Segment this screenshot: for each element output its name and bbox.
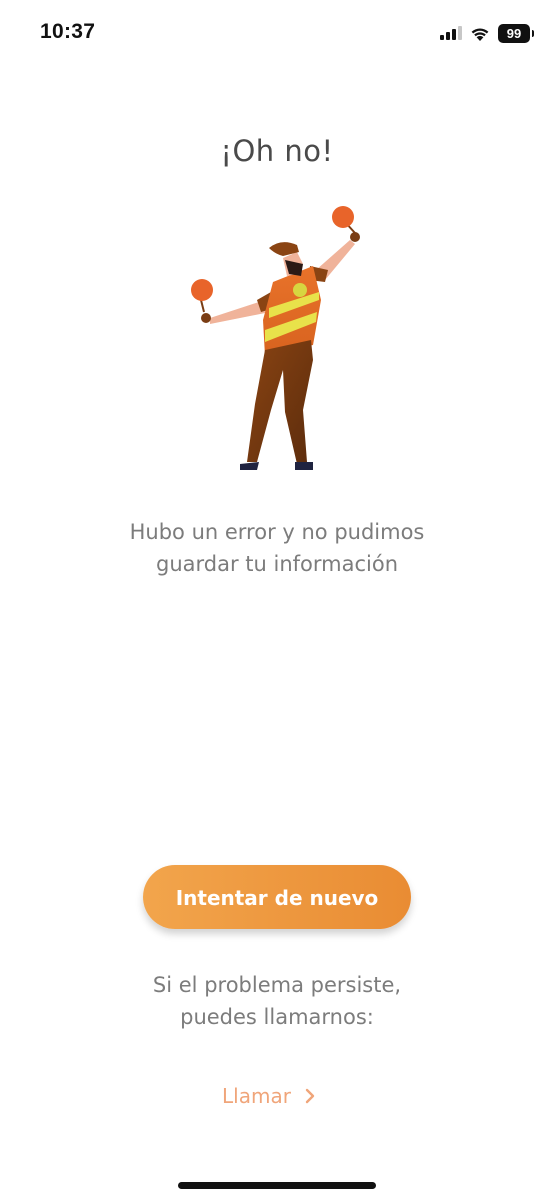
persist-message: Si el problema persiste, puedes llamarno… <box>0 969 554 1033</box>
persist-message-line2: puedes llamarnos: <box>180 1005 374 1029</box>
page-title: ¡Oh no! <box>220 134 334 168</box>
signal-icon <box>440 26 462 40</box>
error-message: Hubo un error y no pudimos guardar tu in… <box>0 516 554 580</box>
persist-message-line1: Si el problema persiste, <box>152 973 402 997</box>
chevron-right-icon <box>305 1088 315 1104</box>
status-bar: 10:37 99 <box>0 0 554 66</box>
error-message-line2: guardar tu información <box>155 552 398 576</box>
error-message-line1: Hubo un error y no pudimos <box>129 520 425 544</box>
battery-level: 99 <box>506 25 522 41</box>
call-link[interactable]: Llamar <box>222 1080 315 1112</box>
battery-icon: 99 <box>498 23 534 43</box>
home-indicator <box>178 1182 376 1189</box>
traffic-worker-illustration <box>191 206 360 470</box>
status-time: 10:37 <box>40 20 96 43</box>
wifi-icon <box>471 27 489 41</box>
call-link-label: Llamar <box>222 1084 291 1108</box>
retry-button[interactable]: Intentar de nuevo <box>143 865 411 929</box>
status-icons: 99 <box>440 22 534 44</box>
